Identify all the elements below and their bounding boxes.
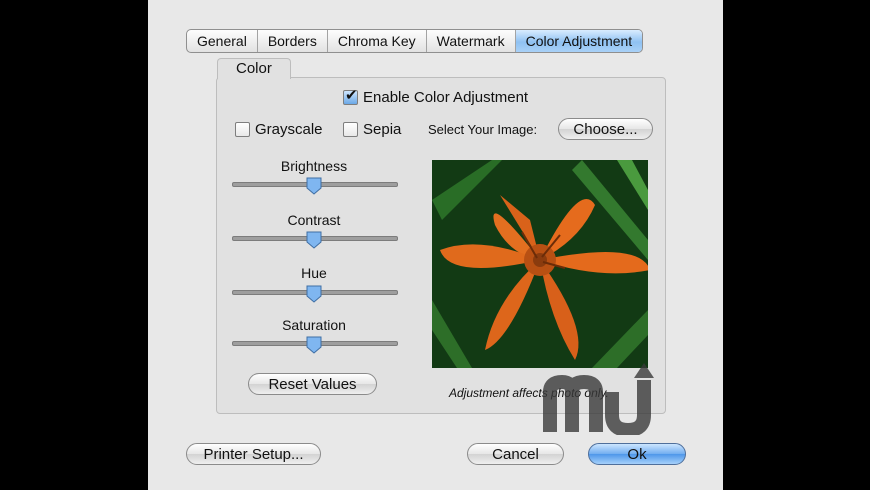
tab-chroma-key[interactable]: Chroma Key <box>328 30 427 52</box>
saturation-label: Saturation <box>282 317 346 333</box>
tab-bar: General Borders Chroma Key Watermark Col… <box>186 29 644 53</box>
reset-values-button[interactable]: Reset Values <box>248 373 377 395</box>
cancel-button[interactable]: Cancel <box>467 443 564 465</box>
tab-borders[interactable]: Borders <box>258 30 328 52</box>
watermark-logo <box>543 363 654 435</box>
group-title: Color <box>217 58 291 79</box>
select-image-label: Select Your Image: <box>428 122 538 137</box>
contrast-label: Contrast <box>287 212 341 228</box>
enable-adjustment-row[interactable]: Enable Color Adjustment <box>343 86 529 106</box>
printer-setup-button[interactable]: Printer Setup... <box>186 443 321 465</box>
saturation-slider-thumb[interactable] <box>306 336 322 354</box>
grayscale-checkbox[interactable] <box>235 122 250 137</box>
brightness-label: Brightness <box>280 158 348 174</box>
photo-preview <box>432 160 648 368</box>
enable-adjustment-label: Enable Color Adjustment <box>363 89 529 106</box>
tab-general[interactable]: General <box>187 30 258 52</box>
contrast-slider-thumb[interactable] <box>306 231 322 249</box>
hue-label: Hue <box>301 265 327 281</box>
tab-watermark[interactable]: Watermark <box>427 30 516 52</box>
enable-adjustment-checkbox[interactable] <box>343 86 358 105</box>
ok-button[interactable]: Ok <box>588 443 686 465</box>
brightness-slider-thumb[interactable] <box>306 177 322 195</box>
choose-button[interactable]: Choose... <box>558 118 653 140</box>
sepia-label: Sepia <box>363 121 402 138</box>
sepia-checkbox[interactable] <box>343 122 358 137</box>
grayscale-label: Grayscale <box>255 121 323 138</box>
tab-color-adjustment[interactable]: Color Adjustment <box>515 30 643 52</box>
hue-slider-thumb[interactable] <box>306 285 322 303</box>
lily-flower-image <box>432 160 648 368</box>
grayscale-row[interactable]: Grayscale <box>235 121 323 138</box>
sepia-row[interactable]: Sepia <box>343 121 401 138</box>
